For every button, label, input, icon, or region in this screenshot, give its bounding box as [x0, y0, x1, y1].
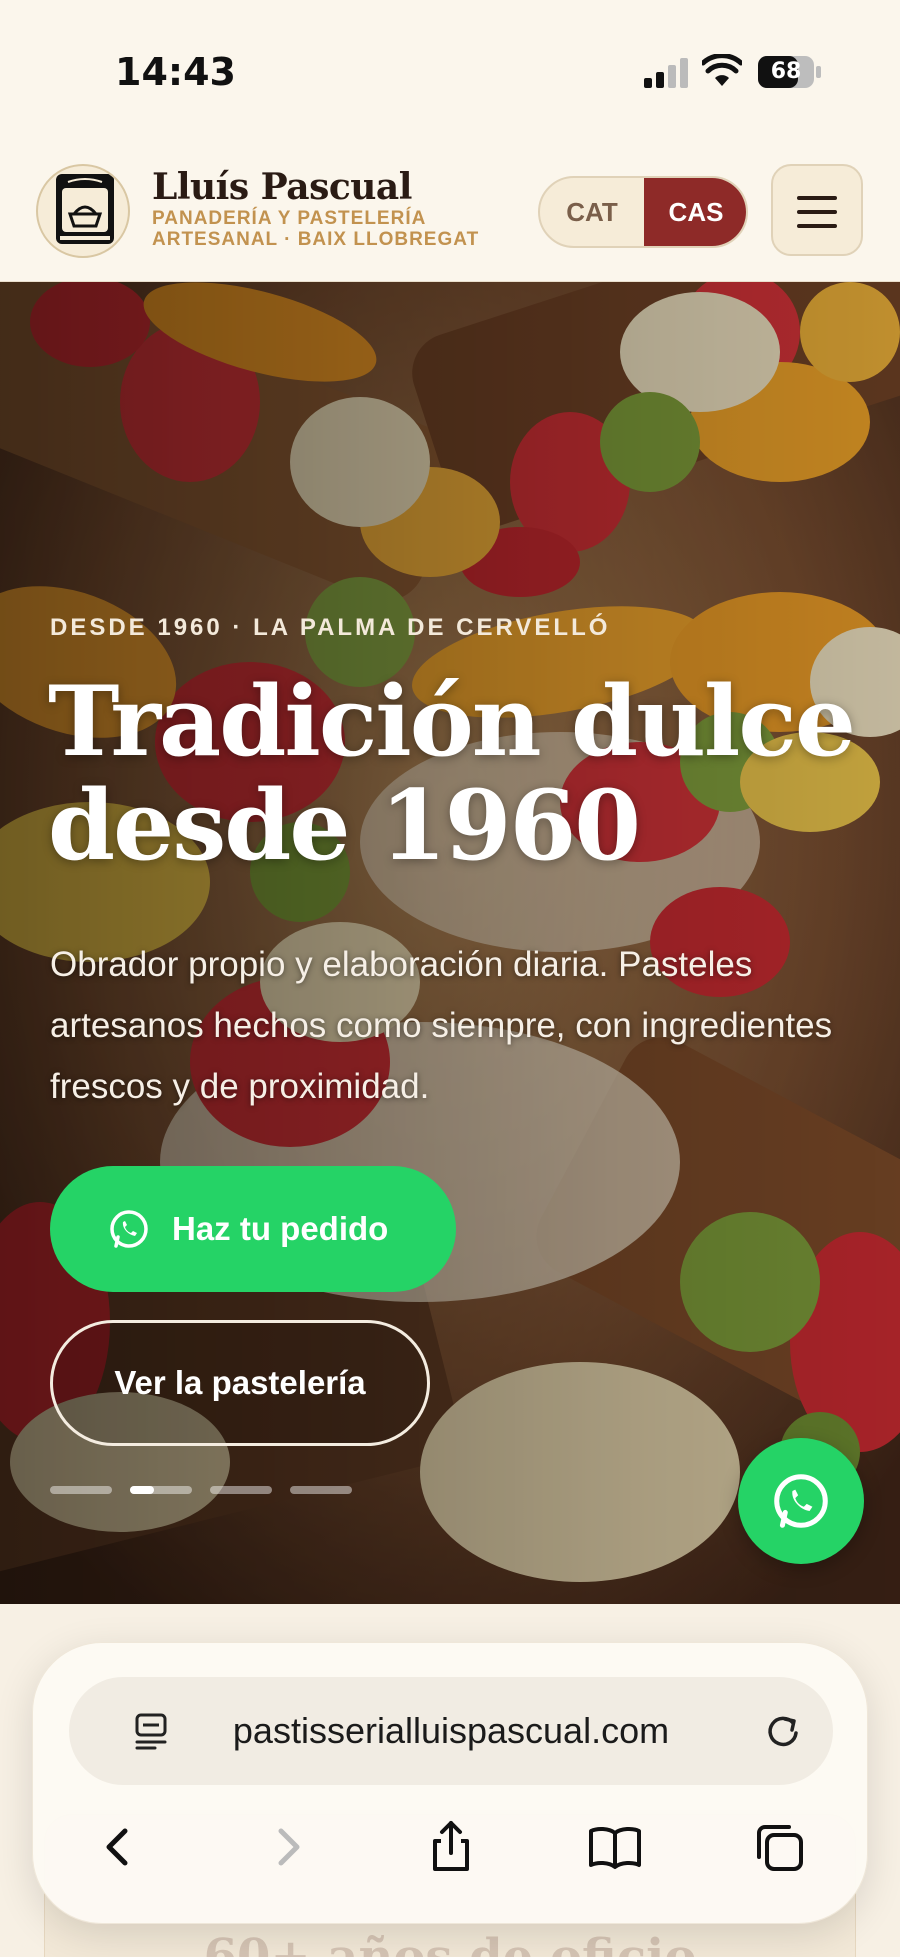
- address-bar[interactable]: pastisserialluispascual.com: [69, 1677, 833, 1785]
- hero-section: DESDE 1960 · LA PALMA DE CERVELLÓ Tradic…: [0, 282, 900, 1604]
- brand-tagline: PANADERÍA Y PASTELERÍA ARTESANAL · BAIX …: [152, 208, 492, 250]
- carousel-dot[interactable]: [210, 1486, 272, 1494]
- lang-cas-button[interactable]: CAS: [644, 178, 746, 246]
- whatsapp-icon: [774, 1474, 828, 1528]
- hamburger-icon-line: [797, 224, 837, 228]
- hamburger-icon-line: [797, 210, 837, 214]
- bookmarks-icon[interactable]: [585, 1817, 645, 1877]
- site-header: Lluís Pascual PANADERÍA Y PASTELERÍA ART…: [0, 150, 900, 282]
- reload-icon[interactable]: [763, 1711, 803, 1751]
- tabs-icon[interactable]: [749, 1817, 809, 1877]
- hero-title-line-2: desde 1960: [48, 769, 641, 882]
- battery-level: 68: [770, 59, 802, 84]
- next-section-title: 60+ años de oficio: [203, 1929, 697, 1957]
- hamburger-icon-line: [797, 196, 837, 200]
- brand-logo[interactable]: [36, 164, 130, 258]
- whatsapp-icon: [110, 1210, 148, 1248]
- forward-icon: [278, 1828, 300, 1866]
- carousel-dot[interactable]: [290, 1486, 352, 1494]
- lang-cat-button[interactable]: CAT: [540, 178, 644, 246]
- cellular-signal-icon: [644, 58, 688, 88]
- hero-kicker: DESDE 1960 · LA PALMA DE CERVELLÓ: [50, 614, 611, 641]
- back-icon[interactable]: [89, 1817, 149, 1877]
- order-whatsapp-button[interactable]: Haz tu pedido: [50, 1166, 456, 1292]
- share-icon[interactable]: [421, 1817, 481, 1877]
- view-pastry-button-label: Ver la pastelería: [114, 1364, 366, 1401]
- order-button-label: Haz tu pedido: [172, 1210, 389, 1247]
- language-switch: CAT CAS: [538, 176, 748, 248]
- wifi-icon: [702, 54, 742, 86]
- carousel-dot-active[interactable]: [130, 1486, 192, 1494]
- whatsapp-floating-button[interactable]: [738, 1438, 864, 1564]
- hero-lead: Obrador propio y elaboración diaria. Pas…: [50, 945, 833, 1106]
- status-bar: 14:43 68: [0, 0, 900, 150]
- brand-tagline-line-1: PANADERÍA Y PASTELERÍA: [152, 208, 427, 229]
- carousel-indicators: [50, 1486, 370, 1494]
- brand-name[interactable]: Lluís Pascual: [152, 166, 412, 208]
- browser-toolbar: pastisserialluispascual.com: [32, 1642, 868, 1924]
- status-time: 14:43: [115, 50, 236, 94]
- cake-logo-icon: [56, 174, 114, 244]
- menu-button[interactable]: [771, 164, 863, 256]
- hero-title-line-1: Tradición dulce: [48, 665, 856, 778]
- carousel-dot[interactable]: [50, 1486, 112, 1494]
- hero-title: Tradición dulce desde 1960: [48, 670, 868, 878]
- brand-tagline-line-2: ARTESANAL · BAIX LLOBREGAT: [152, 229, 480, 250]
- view-pastry-button[interactable]: Ver la pastelería: [50, 1320, 430, 1446]
- url-text[interactable]: pastisserialluispascual.com: [69, 1677, 833, 1785]
